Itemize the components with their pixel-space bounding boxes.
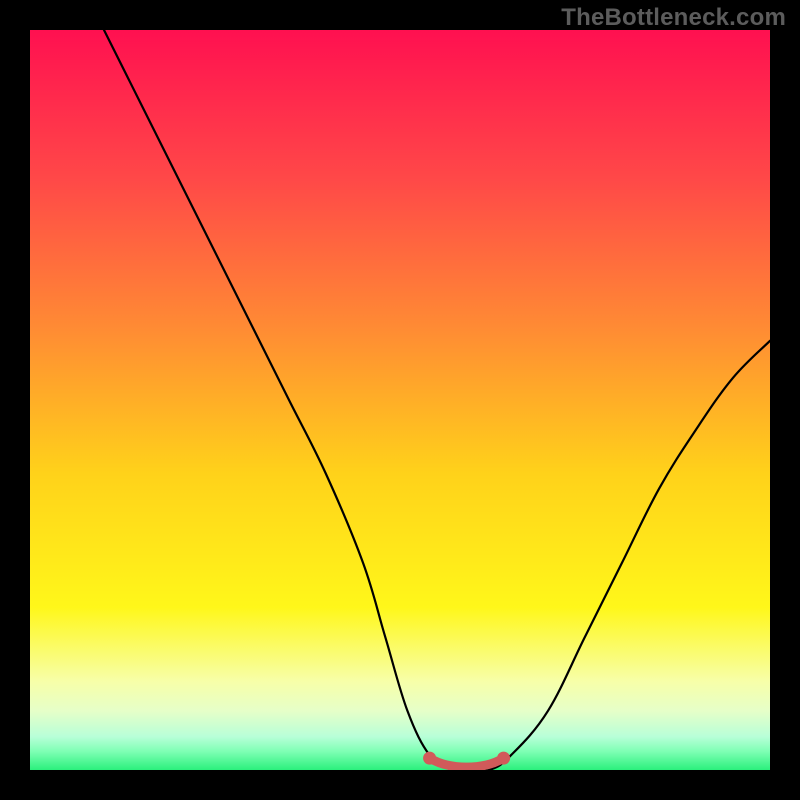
bottleneck-chart — [30, 30, 770, 770]
watermark-text: TheBottleneck.com — [561, 4, 786, 32]
plot-area — [30, 30, 770, 770]
chart-frame: TheBottleneck.com — [0, 0, 800, 800]
gradient-background — [30, 30, 770, 770]
